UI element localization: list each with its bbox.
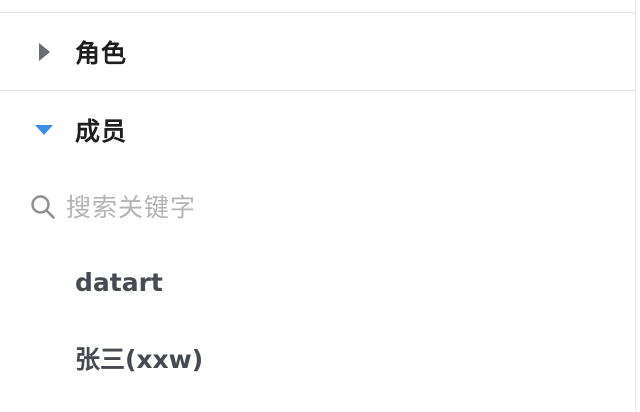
section-label-roles: 角色: [75, 39, 128, 68]
caret-right-icon[interactable]: [33, 41, 55, 63]
search-icon: [30, 194, 56, 220]
member-item-datart[interactable]: datart: [0, 248, 636, 316]
section-header-roles[interactable]: 角色: [0, 14, 636, 90]
member-item-zhangsan[interactable]: 张三(xxw): [0, 324, 636, 392]
member-search-row: [0, 172, 636, 242]
top-divider: [0, 12, 636, 13]
section-header-members[interactable]: 成员: [0, 92, 636, 168]
member-label: 张三(xxw): [75, 345, 204, 374]
section-label-members: 成员: [75, 117, 128, 146]
member-label: datart: [75, 267, 163, 297]
member-search-input[interactable]: [66, 187, 586, 227]
section-divider: [0, 90, 636, 91]
permission-subject-panel: 角色 成员 datart 张三(xxw): [0, 0, 636, 412]
caret-down-icon[interactable]: [33, 119, 55, 141]
